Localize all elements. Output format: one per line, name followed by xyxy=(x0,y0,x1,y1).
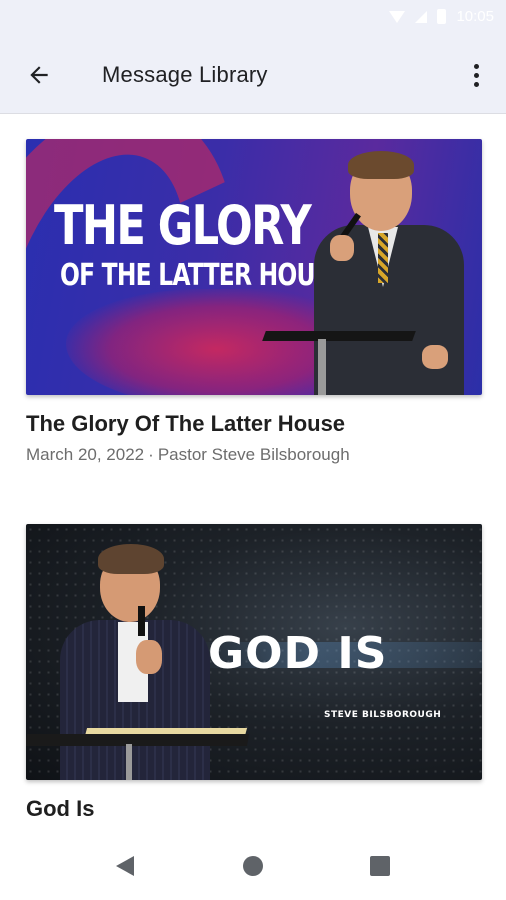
message-title[interactable]: The Glory Of The Latter House xyxy=(26,411,482,437)
back-triangle-icon[interactable] xyxy=(116,856,134,876)
speaker-hand xyxy=(330,235,354,261)
recents-square-icon[interactable] xyxy=(370,856,390,876)
status-icons: 10:05 xyxy=(389,8,494,25)
app-bar: Message Library xyxy=(0,36,506,114)
podium xyxy=(262,331,416,341)
message-thumbnail[interactable]: THE GLORY OF THE LATTER HOUSE xyxy=(26,139,482,395)
wifi-icon xyxy=(389,10,406,23)
speaker-hand xyxy=(422,345,448,369)
thumbnail-title: GOD IS xyxy=(208,628,388,679)
podium-stand xyxy=(126,744,132,780)
arrow-back-icon xyxy=(30,66,48,84)
status-bar: 10:05 xyxy=(0,0,506,36)
more-vert-icon xyxy=(473,63,479,69)
speaker-hair xyxy=(348,151,414,179)
message-card[interactable]: GOD IS STEVE BILSBOROUGH God Is xyxy=(26,524,482,850)
home-circle-icon[interactable] xyxy=(243,856,263,876)
message-card[interactable]: THE GLORY OF THE LATTER HOUSE The Glory … xyxy=(26,139,482,465)
status-time: 10:05 xyxy=(456,8,494,25)
page-title: Message Library xyxy=(102,62,268,87)
speaker-hand xyxy=(136,640,162,674)
thumbnail-title: THE GLORY xyxy=(54,194,312,257)
microphone-icon xyxy=(138,606,145,636)
thumbnail-subtitle: OF THE LATTER HOUSE xyxy=(60,258,347,293)
back-button[interactable] xyxy=(22,58,56,92)
more-vert-dot xyxy=(473,72,479,78)
message-date: March 20, 2022 xyxy=(26,445,145,464)
thumbnail-subtitle: STEVE BILSBOROUGH xyxy=(324,710,442,720)
podium-stand xyxy=(318,339,326,395)
speaker-photo xyxy=(308,151,468,395)
signal-icon xyxy=(415,10,428,23)
message-title[interactable]: God Is xyxy=(26,796,482,822)
meta-separator: · xyxy=(148,445,154,464)
podium xyxy=(26,734,250,746)
message-speaker: Pastor Steve Bilsborough xyxy=(157,445,350,464)
more-vert-dot xyxy=(473,81,479,87)
speaker-tie xyxy=(378,233,388,283)
message-meta: March 20, 2022 · Pastor Steve Bilsborough xyxy=(26,445,482,465)
message-thumbnail[interactable]: GOD IS STEVE BILSBOROUGH xyxy=(26,524,482,780)
more-options-button[interactable] xyxy=(464,58,488,92)
screen: 10:05 Message Library THE GLORY OF THE L… xyxy=(0,0,506,900)
speaker-hair xyxy=(98,544,164,574)
system-nav-bar xyxy=(0,832,506,900)
battery-icon xyxy=(437,9,447,24)
